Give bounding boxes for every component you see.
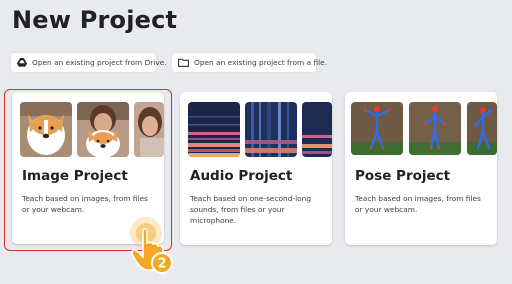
pose-project-thumbnails: [351, 102, 497, 155]
thumbnail-spectrogram-2: [245, 102, 297, 157]
tap-pointer-annotation: 2: [121, 212, 183, 280]
open-from-drive-label: Open an existing project from Drive.: [32, 58, 167, 67]
audio-project-thumbnails: [188, 102, 332, 157]
thumbnail-spectrogram-1: [188, 102, 240, 157]
thumbnail-pose-2: [409, 102, 461, 155]
folder-icon: [178, 58, 189, 67]
thumbnail-pose-3: [467, 102, 497, 155]
audio-project-description: Teach based on one-second-long sounds, f…: [190, 194, 312, 225]
pose-project-card[interactable]: Pose Project Teach based on images, from…: [345, 92, 497, 245]
audio-project-card[interactable]: Audio Project Teach based on one-second-…: [180, 92, 332, 245]
step-number: 2: [157, 257, 166, 272]
screenshot-frame: New Project Open an existing project fro…: [0, 0, 512, 284]
thumbnail-pose-1: [351, 102, 403, 155]
thumbnail-spectrogram-3: [302, 102, 332, 157]
pose-project-title: Pose Project: [355, 168, 451, 184]
audio-project-title: Audio Project: [190, 168, 293, 184]
open-from-drive-button[interactable]: Open an existing project from Drive.: [11, 53, 167, 72]
pose-project-description: Teach based on images, from files or you…: [355, 194, 481, 214]
page-title: New Project: [12, 6, 178, 34]
open-from-file-label: Open an existing project from a file.: [194, 58, 328, 67]
open-from-file-button[interactable]: Open an existing project from a file.: [172, 53, 327, 72]
google-drive-icon: [17, 58, 27, 67]
